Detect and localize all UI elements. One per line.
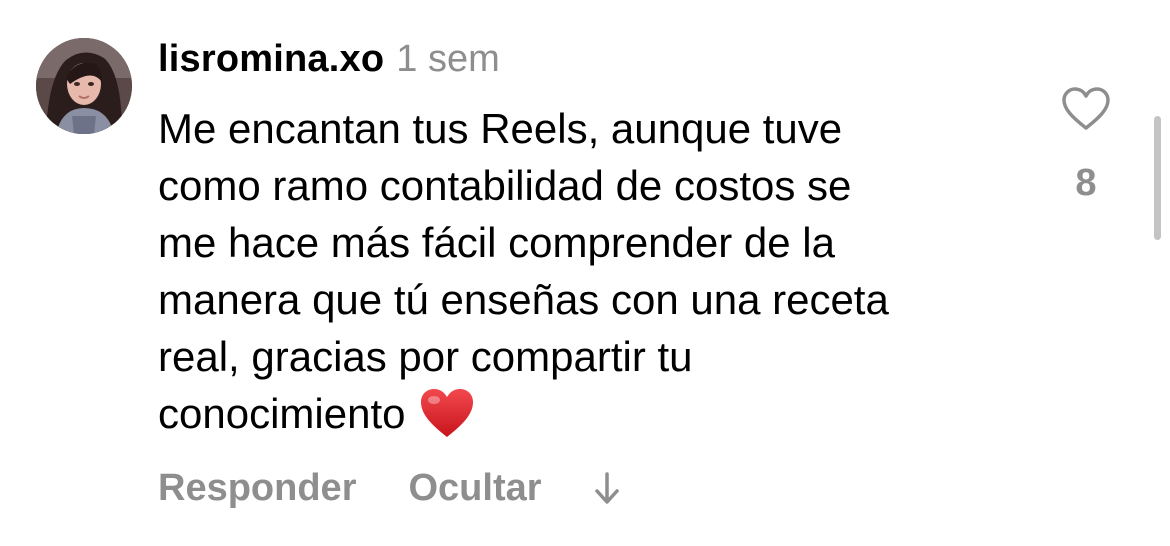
- reply-button[interactable]: Responder: [158, 467, 356, 510]
- scrollbar[interactable]: [1154, 116, 1161, 240]
- comment-text-line: me hace más fácil comprender de la: [158, 219, 835, 266]
- heart-outline-icon[interactable]: [1060, 86, 1112, 132]
- comment-actions: Responder Ocultar: [158, 462, 622, 514]
- avatar[interactable]: [36, 38, 132, 134]
- timestamp: 1 sem: [396, 38, 500, 80]
- comment-text-line: conocimiento: [158, 390, 406, 437]
- arrow-down-icon[interactable]: [592, 468, 622, 508]
- hide-button[interactable]: Ocultar: [408, 467, 541, 510]
- comment-text-last-line: conocimiento: [158, 385, 1038, 442]
- comment-text-line: como ramo contabilidad de costos se: [158, 162, 852, 209]
- red-heart-emoji: [421, 388, 474, 437]
- comment-text-line: Me encantan tus Reels, aunque tuve: [158, 105, 843, 152]
- like-count: 8: [1075, 162, 1097, 204]
- comment-header: lisromina.xo 1 sem: [158, 38, 500, 90]
- username-link[interactable]: lisromina.xo: [158, 38, 384, 81]
- comment-item: lisromina.xo 1 sem Me encantan tus Reels…: [0, 0, 1170, 546]
- comment-text: Me encantan tus Reels, aunque tuve como …: [158, 100, 1038, 442]
- comment-text-line: manera que tú enseñas con una receta: [158, 276, 889, 323]
- comment-text-line: real, gracias por compartir tu: [158, 333, 693, 380]
- avatar-photo: [36, 38, 132, 134]
